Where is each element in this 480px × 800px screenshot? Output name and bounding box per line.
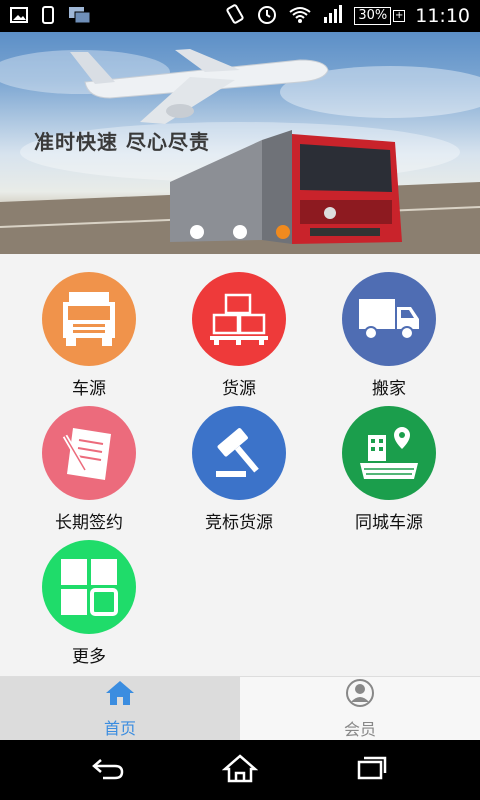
battery-percent: 30% (354, 7, 392, 25)
recents-button[interactable] (342, 750, 402, 790)
moving-truck-icon (342, 272, 436, 366)
banner-carousel[interactable]: 准时快速 尽心尽责 (0, 32, 480, 254)
alarm-icon (256, 3, 278, 29)
image-icon (10, 7, 28, 27)
tab-home-label: 首页 (103, 719, 136, 738)
vibrate-icon (224, 3, 246, 29)
wifi-icon (288, 4, 312, 28)
grid-item-bidding-cargo[interactable]: 竞标货源 (164, 406, 314, 536)
carousel-dot-active[interactable] (276, 225, 290, 239)
home-nav-button[interactable] (210, 750, 270, 790)
cargo-boxes-icon (192, 272, 286, 366)
battery-icon: 30% + (354, 7, 406, 25)
auction-gavel-icon (192, 406, 286, 500)
status-bar: 30% + 11:10 (0, 0, 480, 32)
back-icon (91, 756, 125, 784)
grid-label: 搬家 (372, 379, 406, 399)
grid-label: 货源 (222, 379, 256, 399)
recents-icon (356, 755, 388, 785)
grid-item-long-term-contract[interactable]: 长期签约 (14, 406, 164, 536)
tab-member[interactable]: 会员 (240, 677, 480, 741)
back-button[interactable] (78, 750, 138, 790)
charging-plus-icon: + (393, 10, 406, 22)
system-nav-bar (0, 740, 480, 800)
truck-front-icon (42, 272, 136, 366)
service-grid: 车源 货源 搬家 长期签约 竞标货源 同城车源 更多 (0, 254, 480, 676)
grid-item-truck-source[interactable]: 车源 (14, 272, 164, 402)
grid-item-more[interactable]: 更多 (14, 540, 164, 670)
status-time: 11:10 (415, 5, 470, 27)
grid-label: 车源 (72, 379, 106, 399)
signal-icon (322, 4, 344, 28)
more-grid-icon (42, 540, 136, 634)
bottom-tab-bar: 首页 会员 (0, 676, 480, 741)
city-map-pin-icon (342, 406, 436, 500)
tab-member-label: 会员 (343, 720, 376, 739)
grid-item-cargo-source[interactable]: 货源 (164, 272, 314, 402)
carousel-indicator (0, 224, 480, 240)
contract-pen-icon (42, 406, 136, 500)
carousel-dot[interactable] (233, 225, 247, 239)
status-right-icons: 30% + 11:10 (224, 3, 470, 29)
banner-slogan: 准时快速 尽心尽责 (34, 130, 210, 154)
grid-item-city-trucks[interactable]: 同城车源 (314, 406, 464, 536)
grid-label: 长期签约 (55, 513, 123, 533)
tab-home[interactable]: 首页 (0, 677, 240, 741)
status-left-icons (10, 6, 92, 28)
home-icon (104, 679, 136, 711)
member-icon (345, 678, 375, 712)
carousel-dot[interactable] (190, 225, 204, 239)
grid-label: 更多 (72, 647, 106, 667)
home-nav-icon (221, 753, 259, 787)
grid-label: 同城车源 (355, 513, 423, 533)
phone-icon (42, 6, 54, 28)
grid-label: 竞标货源 (205, 513, 273, 533)
screens-icon (68, 6, 92, 28)
grid-item-moving[interactable]: 搬家 (314, 272, 464, 402)
